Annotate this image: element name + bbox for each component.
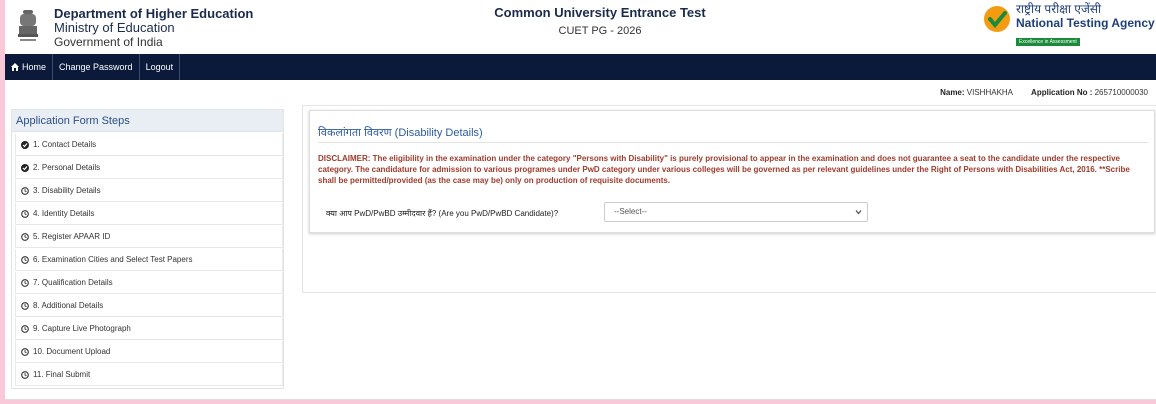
clock-icon — [21, 186, 29, 195]
exam-subtitle: CUET PG - 2026 — [558, 25, 642, 37]
footer-divider — [5, 399, 1156, 400]
application-number-value: 265710000030 — [1094, 88, 1148, 97]
sidebar-step-label: 5. Register APAAR ID — [33, 232, 111, 241]
nta-tagline: Excellence in Assessment — [1016, 38, 1080, 46]
application-steps-sidebar: Application Form Steps 1. Contact Detail… — [11, 109, 284, 389]
sidebar-step-2[interactable]: 2. Personal Details — [15, 157, 283, 179]
check-circle-icon — [21, 140, 29, 149]
application-number-label: Application No : — [1031, 88, 1093, 97]
sidebar-step-label: 4. Identity Details — [33, 209, 95, 218]
sidebar-step-label: 11. Final Submit — [33, 370, 91, 379]
sidebar-step-10[interactable]: 10. Document Upload — [15, 341, 283, 363]
clock-icon — [21, 278, 29, 287]
government-name: Government of India — [54, 35, 163, 49]
ministry-name: Ministry of Education — [54, 20, 175, 35]
chevron-down-icon — [855, 210, 862, 215]
select-value: --Select-- — [614, 207, 647, 216]
exam-title-block: Common University Entrance Test CUET PG … — [385, 5, 815, 37]
divider — [318, 142, 1148, 143]
sidebar-step-label: 6. Examination Cities and Select Test Pa… — [33, 255, 193, 264]
sidebar-step-3[interactable]: 3. Disability Details — [15, 180, 283, 202]
sidebar-step-9[interactable]: 9. Capture Live Photograph — [15, 318, 283, 340]
sidebar-step-8[interactable]: 8. Additional Details — [15, 295, 283, 317]
top-navbar: Home Change Password Logout — [5, 54, 1156, 80]
sidebar-step-6[interactable]: 6. Examination Cities and Select Test Pa… — [15, 249, 283, 271]
sidebar-step-11[interactable]: 11. Final Submit — [15, 364, 283, 386]
check-circle-icon — [21, 163, 29, 172]
national-emblem-icon — [18, 10, 38, 41]
sidebar-step-5[interactable]: 5. Register APAAR ID — [15, 226, 283, 248]
steps-list: 1. Contact Details 2. Personal Details 3. … — [12, 134, 283, 386]
exam-title: Common University Entrance Test — [494, 5, 706, 20]
nta-hindi-name: राष्ट्रीय परीक्षा एजेंसी — [1016, 2, 1102, 16]
sidebar-step-4[interactable]: 4. Identity Details — [15, 203, 283, 225]
pwd-candidate-select[interactable]: --Select-- — [604, 202, 868, 222]
sidebar-step-1[interactable]: 1. Contact Details — [15, 134, 283, 156]
sidebar-title: Application Form Steps — [12, 110, 283, 132]
dept-name: Department of Higher Education — [54, 6, 254, 21]
page: Department of Higher Education Ministry … — [5, 0, 1156, 400]
sidebar-step-label: 3. Disability Details — [33, 186, 101, 195]
disability-details-card: विकलांगता विवरण (Disability Details) DIS… — [309, 110, 1155, 233]
clock-icon — [21, 209, 29, 218]
name-value: VISHHAKHA — [966, 88, 1013, 97]
nav-home-label: Home — [22, 62, 47, 72]
department-block: Department of Higher Education Ministry … — [54, 6, 254, 50]
sidebar-step-label: 2. Personal Details — [33, 163, 101, 172]
disclaimer-text: DISCLAIMER: The eligibility in the exami… — [318, 154, 1130, 185]
user-info-bar: Name: VISHHAKHA Application No : 2657100… — [940, 88, 1148, 97]
clock-icon — [21, 301, 29, 310]
name-label: Name: — [940, 88, 965, 97]
header: Department of Higher Education Ministry … — [5, 0, 1156, 52]
clock-icon — [21, 232, 29, 241]
sidebar-step-label: 7. Qualification Details — [33, 278, 113, 287]
home-icon — [11, 63, 19, 71]
nta-check-icon — [984, 6, 1010, 32]
clock-icon — [21, 255, 29, 264]
section-title: विकलांगता विवरण (Disability Details) — [318, 127, 483, 139]
sidebar-step-label: 10. Document Upload — [33, 347, 111, 356]
sidebar-step-label: 8. Additional Details — [33, 301, 104, 310]
clock-icon — [21, 324, 29, 333]
clock-icon — [21, 347, 29, 356]
sidebar-step-label: 1. Contact Details — [33, 140, 97, 149]
nav-home[interactable]: Home — [5, 54, 54, 80]
nav-change-password[interactable]: Change Password — [53, 54, 140, 80]
sidebar-step-label: 9. Capture Live Photograph — [33, 324, 131, 333]
nta-english-name: National Testing Agency — [1016, 16, 1155, 30]
nav-logout[interactable]: Logout — [140, 54, 181, 80]
sidebar-step-7[interactable]: 7. Qualification Details — [15, 272, 283, 294]
pwd-question-label: क्या आप PwD/PwBD उम्मीदवार हैं? (Are you… — [326, 209, 559, 218]
main-panel: विकलांगता विवरण (Disability Details) DIS… — [302, 105, 1156, 293]
clock-icon — [21, 370, 29, 379]
